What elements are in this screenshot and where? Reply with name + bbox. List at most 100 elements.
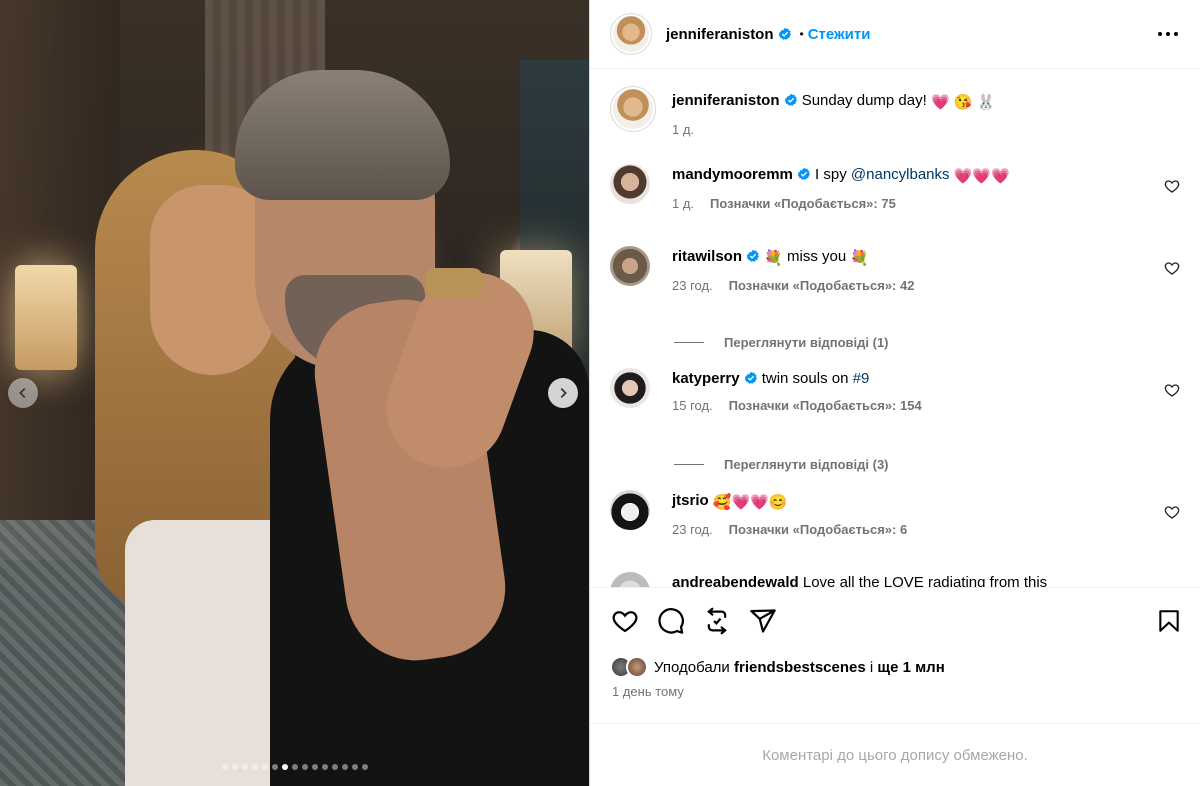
comment-likes[interactable]: Позначки «Подобається»: 154	[729, 398, 922, 413]
comment-time[interactable]: 23 год.	[672, 278, 713, 293]
comments-list[interactable]: jenniferaniston Sunday dump day! 💗 😘 🐰 1…	[590, 70, 1200, 587]
comment-time[interactable]: 23 год.	[672, 522, 713, 537]
carousel-dot	[241, 764, 248, 770]
avatar[interactable]	[610, 490, 650, 530]
carousel-dot	[271, 764, 278, 770]
comment-row: andreabendewald Love all the LOVE radiat…	[610, 572, 1180, 587]
replies-line	[674, 341, 704, 343]
caption-avatar-ring[interactable]	[610, 86, 656, 132]
carousel-dot	[331, 764, 338, 770]
action-bar	[590, 588, 1200, 636]
likes-prefix: Уподобали	[654, 658, 730, 676]
caption-time[interactable]: 1 д.	[672, 122, 694, 137]
verified-badge-icon	[746, 249, 759, 262]
carousel-dot	[311, 764, 318, 770]
more-icon	[1158, 32, 1178, 36]
avatar[interactable]	[626, 656, 648, 678]
comment-text: Love all the LOVE radiating from this	[802, 574, 1048, 587]
likes-count-link[interactable]: ще 1 млн	[877, 659, 944, 676]
likes-summary: Уподобали friendsbestscenes і ще 1 млн	[590, 636, 1200, 678]
carousel-dot	[361, 764, 368, 770]
heart-icon	[612, 611, 638, 633]
carousel-dot	[291, 764, 298, 770]
post-actions-section: Уподобали friendsbestscenes і ще 1 млн 1…	[590, 587, 1200, 724]
comment-username[interactable]: andreabendewald	[672, 574, 799, 587]
post-header: jenniferaniston • Стежити	[590, 0, 1200, 69]
view-replies-button[interactable]: Переглянути відповіді (1)	[674, 316, 1180, 368]
comments-limited-notice: Коментарі до цього допису обмежено.	[762, 746, 1028, 764]
heart-emoji-icon: 💗	[930, 94, 950, 111]
comment-time[interactable]: 1 д.	[672, 196, 694, 211]
view-replies-label[interactable]: Переглянути відповіді (3)	[724, 457, 889, 472]
kiss-face-emoji-icon: 😘	[953, 94, 973, 111]
carousel-dot	[251, 764, 258, 770]
caption-text: Sunday dump day!	[801, 92, 927, 109]
avatar[interactable]	[613, 89, 653, 129]
author-username[interactable]: jenniferaniston	[666, 26, 774, 43]
post-date[interactable]: 1 день тому	[590, 678, 1200, 699]
comment-time[interactable]: 15 год.	[672, 398, 713, 413]
repost-button[interactable]	[702, 606, 732, 636]
bookmark-icon	[1159, 610, 1179, 632]
heart-eyes-emoji-icon: 🥰💗💗😊	[712, 494, 788, 511]
heart-icon[interactable]	[1164, 504, 1180, 520]
bouquet-emoji-icon: 💐	[850, 250, 870, 267]
likes-user-link[interactable]: friendsbestscenes	[734, 659, 866, 676]
view-replies-button[interactable]: Переглянути відповіді (3)	[674, 438, 1180, 490]
header-separator: •	[799, 27, 804, 41]
heart-icon[interactable]	[1164, 382, 1180, 398]
comment-hashtag-link[interactable]: #9	[853, 370, 870, 387]
avatar[interactable]	[613, 16, 649, 52]
avatar[interactable]	[610, 572, 650, 587]
chevron-right-icon	[560, 388, 567, 398]
verified-badge-icon	[784, 93, 797, 106]
comment-mention-link[interactable]: @nancylbanks	[851, 166, 950, 183]
share-icon	[750, 609, 776, 633]
verified-badge-icon	[797, 167, 810, 180]
comment-username[interactable]: ritawilson	[672, 248, 742, 265]
share-button[interactable]	[748, 606, 778, 636]
comment-text: miss you	[787, 248, 847, 265]
comment-likes[interactable]: Позначки «Подобається»: 75	[710, 196, 896, 211]
caption-username[interactable]: jenniferaniston	[672, 92, 780, 109]
bunny-emoji-icon: 🐰	[976, 94, 996, 111]
heart-emoji-icon: 💗💗💗	[953, 168, 1010, 185]
heart-icon[interactable]	[1164, 260, 1180, 276]
comment-username[interactable]: mandymooremm	[672, 166, 793, 183]
carousel-dot	[231, 764, 238, 770]
carousel-dot	[341, 764, 348, 770]
avatar[interactable]	[610, 246, 650, 286]
carousel-next-button[interactable]	[548, 378, 578, 408]
follow-button[interactable]: Стежити	[808, 26, 871, 43]
photo-person2-hair	[235, 70, 450, 200]
comment-row: katyperry twin souls on #9 15 год. Позна…	[610, 368, 1180, 438]
replies-line	[674, 463, 704, 465]
comment-text: I spy	[815, 166, 847, 183]
comment-row: jtsrio 🥰💗💗😊 23 год. Позначки «Подобаєтьс…	[610, 490, 1180, 572]
heart-icon[interactable]	[1164, 178, 1180, 194]
comment-username[interactable]: katyperry	[672, 370, 740, 387]
comment-icon	[658, 608, 684, 634]
carousel-dot	[221, 764, 228, 770]
carousel-dot	[281, 764, 288, 770]
author-avatar-ring[interactable]	[610, 13, 652, 55]
comment-row: ritawilson 💐 miss you 💐 23 год. Позначки…	[610, 246, 1180, 316]
comment-username[interactable]: jtsrio	[672, 492, 709, 509]
avatar[interactable]	[610, 368, 650, 408]
post-photo[interactable]	[0, 0, 589, 786]
comment-button[interactable]	[656, 606, 686, 636]
like-button[interactable]	[610, 606, 640, 636]
photo-lamp-left	[15, 265, 77, 370]
comment-row: mandymooremm I spy @nancylbanks 💗💗💗 1 д.…	[610, 164, 1180, 246]
view-replies-label[interactable]: Переглянути відповіді (1)	[724, 335, 889, 350]
bouquet-emoji-icon: 💐	[764, 250, 783, 267]
post-side-panel: jenniferaniston • Стежити jenniferanisto…	[590, 0, 1200, 786]
carousel-indicator	[0, 764, 589, 770]
more-options-button[interactable]	[1156, 22, 1180, 46]
avatar[interactable]	[610, 164, 650, 204]
carousel-prev-button[interactable]	[8, 378, 38, 408]
comment-likes[interactable]: Позначки «Подобається»: 6	[729, 522, 908, 537]
comment-likes[interactable]: Позначки «Подобається»: 42	[729, 278, 915, 293]
carousel-dot	[261, 764, 268, 770]
save-button[interactable]	[1154, 606, 1184, 636]
